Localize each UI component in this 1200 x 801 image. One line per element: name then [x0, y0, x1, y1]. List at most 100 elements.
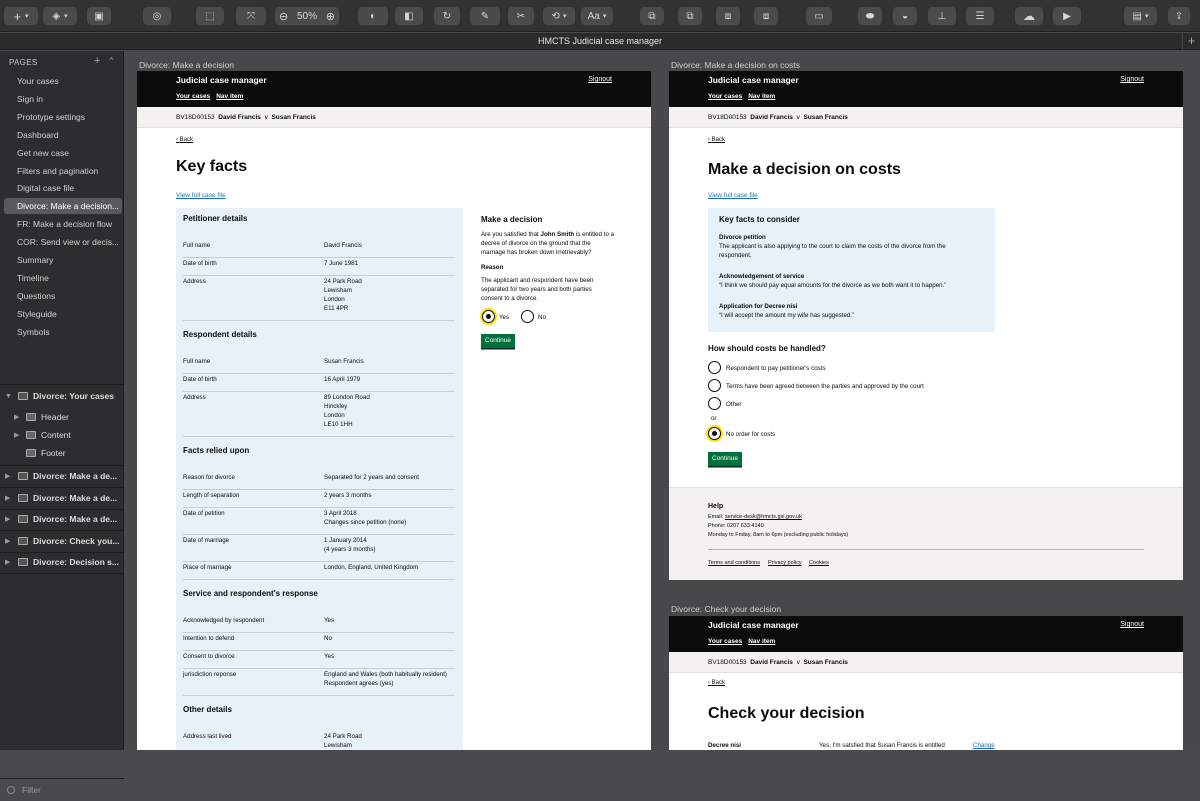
image-button[interactable]: ▣ — [87, 7, 111, 25]
zoom-control[interactable]: ⊖ 50% ⊕ — [275, 7, 339, 25]
layer-group[interactable]: ▶ Header — [0, 408, 124, 427]
footer-link-terms[interactable]: Terms and conditions — [708, 559, 760, 568]
artboard-label-make-decision[interactable]: Divorce: Make a decision — [139, 60, 234, 70]
group-button[interactable]: ⧈ — [716, 7, 740, 25]
page-item[interactable]: Get new case — [4, 145, 122, 161]
text-button[interactable]: Aa ▾ — [581, 7, 613, 25]
nav-your-cases[interactable]: Your cases — [176, 93, 210, 100]
artboard-label-check[interactable]: Divorce: Check your decision — [671, 604, 781, 614]
collapse-chevron-up-icon[interactable]: ⌃ — [107, 56, 115, 66]
radio-yes[interactable] — [482, 310, 495, 323]
edit-button[interactable]: ✎ — [470, 7, 500, 25]
cloud-button[interactable]: ☁ — [1015, 7, 1043, 25]
new-tab-plus-icon[interactable]: + — [1182, 33, 1200, 50]
page-item[interactable]: Filters and pagination — [4, 163, 122, 179]
backward-button[interactable]: ⧉ — [678, 7, 702, 25]
nav-item[interactable]: Nav item — [216, 93, 243, 100]
nav-item[interactable]: Nav item — [748, 93, 775, 100]
scale-button[interactable]: ⤧ — [236, 7, 266, 25]
subtract-icon: ◧ — [404, 10, 414, 22]
layer-artboard[interactable]: ▶ Divorce: Make a de... — [0, 489, 124, 508]
transform-button[interactable]: ⟲ ▾ — [543, 7, 575, 25]
page-item[interactable]: Questions — [4, 288, 122, 304]
page-item[interactable]: Your cases — [4, 73, 122, 89]
page-item[interactable]: COR: Send view or decis... — [4, 234, 122, 250]
scissors-button[interactable]: ✂ — [508, 7, 534, 25]
zoom-in-icon[interactable]: ⊕ — [326, 10, 335, 23]
zoom-out-icon[interactable]: ⊖ — [279, 10, 288, 23]
view-full-case-file-link[interactable]: View full case file — [176, 192, 226, 199]
nav-your-cases[interactable]: Your cases — [708, 93, 742, 100]
page-item[interactable]: Prototype settings — [4, 109, 122, 125]
radio-terms-agreed[interactable] — [708, 379, 721, 392]
footer-divider — [708, 549, 1144, 550]
page-item[interactable]: Summary — [4, 252, 122, 268]
preview-button[interactable]: ▶ — [1053, 7, 1081, 25]
radio-other[interactable] — [708, 397, 721, 410]
disclosure-arrow-icon[interactable]: ▶ — [5, 510, 10, 529]
layer-symbol[interactable]: Footer — [0, 444, 124, 463]
radio-label: Terms have been agreed between the parti… — [726, 383, 924, 390]
back-link[interactable]: ‹ Back — [708, 137, 725, 143]
layer-artboard[interactable]: ▶ Divorce: Make a de... — [0, 467, 124, 486]
forward-button[interactable]: ⧉ — [640, 7, 664, 25]
share-button[interactable]: ⇪ — [1168, 7, 1190, 25]
frame-button[interactable]: ▭ — [806, 7, 832, 25]
layer-artboard[interactable]: ▶ Divorce: Check you... — [0, 532, 124, 551]
back-link[interactable]: ‹ Back — [708, 680, 725, 686]
disclosure-arrow-icon[interactable]: ▶ — [14, 408, 19, 427]
signout-link[interactable]: Signout — [588, 76, 612, 83]
signout-link[interactable]: Signout — [1120, 76, 1144, 83]
layers-button[interactable]: ◈ ▾ — [43, 7, 77, 25]
layer-artboard[interactable]: ▼ Divorce: Your cases — [0, 387, 124, 406]
artboard-label-costs[interactable]: Divorce: Make a decision on costs — [671, 60, 800, 70]
flatten-button[interactable]: ◒ — [893, 7, 917, 25]
page-item[interactable]: Timeline — [4, 270, 122, 286]
shape-button[interactable]: ⬬ — [858, 7, 882, 25]
page-item[interactable]: Styleguide — [4, 306, 122, 322]
distribute-button[interactable]: ☰ — [966, 7, 994, 25]
footer-link-cookies[interactable]: Cookies — [809, 559, 829, 568]
add-page-plus-icon[interactable]: + — [94, 55, 100, 67]
radio-respondent-pays[interactable] — [708, 361, 721, 374]
nav-your-cases[interactable]: Your cases — [708, 638, 742, 645]
email-link[interactable]: service-desk@hmcts.gsi.gov.uk — [725, 514, 802, 520]
union-button[interactable]: ◐ — [358, 7, 388, 25]
disclosure-arrow-icon[interactable]: ▼ — [5, 387, 12, 406]
view-full-case-file-link[interactable]: View full case file — [708, 192, 758, 199]
subtract-button[interactable]: ◧ — [395, 7, 423, 25]
row-key: Acknowledged by respondent — [183, 617, 265, 624]
page-item[interactable]: Sign in — [4, 91, 122, 107]
disclosure-arrow-icon[interactable]: ▶ — [5, 467, 10, 486]
layer-artboard[interactable]: ▶ Divorce: Decision s... — [0, 553, 124, 572]
signout-link[interactable]: Signout — [1120, 621, 1144, 628]
disclosure-arrow-icon[interactable]: ▶ — [14, 426, 19, 445]
layer-artboard[interactable]: ▶ Divorce: Make a de... — [0, 510, 124, 529]
view-button[interactable]: ▤ ▾ — [1124, 7, 1157, 25]
disclosure-arrow-icon[interactable]: ▶ — [5, 489, 10, 508]
align-button[interactable]: ⊥ — [928, 7, 956, 25]
layer-group[interactable]: ▶ Content — [0, 426, 124, 445]
ungroup-button[interactable]: ⧈ — [754, 7, 778, 25]
rotate-button[interactable]: ↻ — [434, 7, 460, 25]
continue-button[interactable]: Continue — [481, 334, 516, 348]
change-link[interactable]: Change — [973, 741, 995, 750]
back-link[interactable]: ‹ Back — [176, 137, 193, 143]
insert-button[interactable]: + ▾ — [4, 7, 38, 25]
filter-bar[interactable]: Filter — [0, 778, 124, 801]
radio-no-order[interactable] — [708, 427, 721, 440]
footer-link-privacy[interactable]: Privacy policy — [768, 559, 802, 568]
page-item[interactable]: Dashboard — [4, 127, 122, 143]
mask-button[interactable]: ⬚ — [196, 7, 224, 25]
disclosure-arrow-icon[interactable]: ▶ — [5, 553, 10, 572]
symbol-button[interactable]: ◎ — [143, 7, 171, 25]
page-item[interactable]: FR: Make a decision flow — [4, 216, 122, 232]
nav-item[interactable]: Nav item — [748, 638, 775, 645]
page-item[interactable]: Divorce: Make a decision... — [4, 198, 122, 215]
page-item[interactable]: Symbols — [4, 324, 122, 340]
page-item[interactable]: Digital case file — [4, 180, 122, 196]
radio-no[interactable] — [521, 310, 534, 323]
continue-button[interactable]: Continue — [708, 452, 743, 466]
canvas[interactable]: Divorce: Make a decision Judicial case m… — [125, 51, 1200, 750]
disclosure-arrow-icon[interactable]: ▶ — [5, 532, 10, 551]
